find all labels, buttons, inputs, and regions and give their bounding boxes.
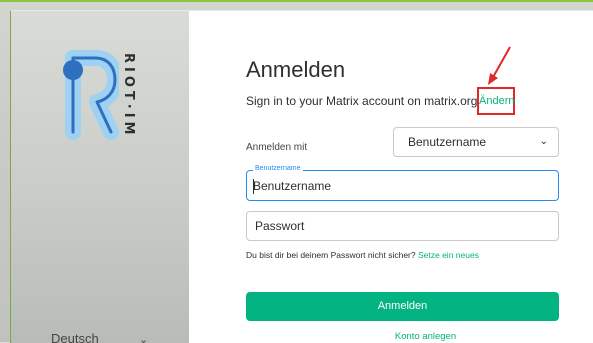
forgot-password: Du bist dir bei deinem Passwort nicht si… xyxy=(246,250,479,260)
login-card: RIOT·IM Deutsch ⌄ Anmelden Sign in to yo… xyxy=(10,10,593,343)
login-form: Anmelden Sign in to your Matrix account … xyxy=(189,11,593,343)
login-method-value: Benutzername xyxy=(408,135,487,149)
brand-sidebar: RIOT·IM Deutsch ⌄ xyxy=(11,11,189,343)
forgot-text: Du bist dir bei deinem Passwort nicht si… xyxy=(246,250,416,260)
username-input[interactable] xyxy=(247,171,558,200)
create-account-link[interactable]: Konto anlegen xyxy=(395,331,456,342)
change-server-link[interactable]: Ändern xyxy=(477,87,515,115)
password-input[interactable] xyxy=(247,212,558,240)
text-caret xyxy=(253,179,254,194)
riot-logo-icon xyxy=(63,50,119,140)
brand-wordmark: RIOT·IM xyxy=(121,53,136,139)
login-method-select[interactable]: Benutzername ⌄ xyxy=(393,127,559,157)
subtitle: Sign in to your Matrix account on matrix… xyxy=(246,94,478,108)
reset-password-link[interactable]: Setze ein neues xyxy=(418,250,479,260)
password-field[interactable] xyxy=(246,211,559,241)
sign-in-button[interactable]: Anmelden xyxy=(246,292,559,321)
chevron-down-icon: ⌄ xyxy=(539,136,548,147)
username-field[interactable]: Benutzername xyxy=(246,165,559,201)
login-with-label: Anmelden mit xyxy=(246,142,308,153)
top-border xyxy=(0,0,593,2)
page-title: Anmelden xyxy=(246,57,346,82)
annotation-arrow-icon xyxy=(488,46,511,85)
language-selector[interactable]: Deutsch xyxy=(51,331,99,343)
register-row: Konto anlegen xyxy=(189,331,593,342)
